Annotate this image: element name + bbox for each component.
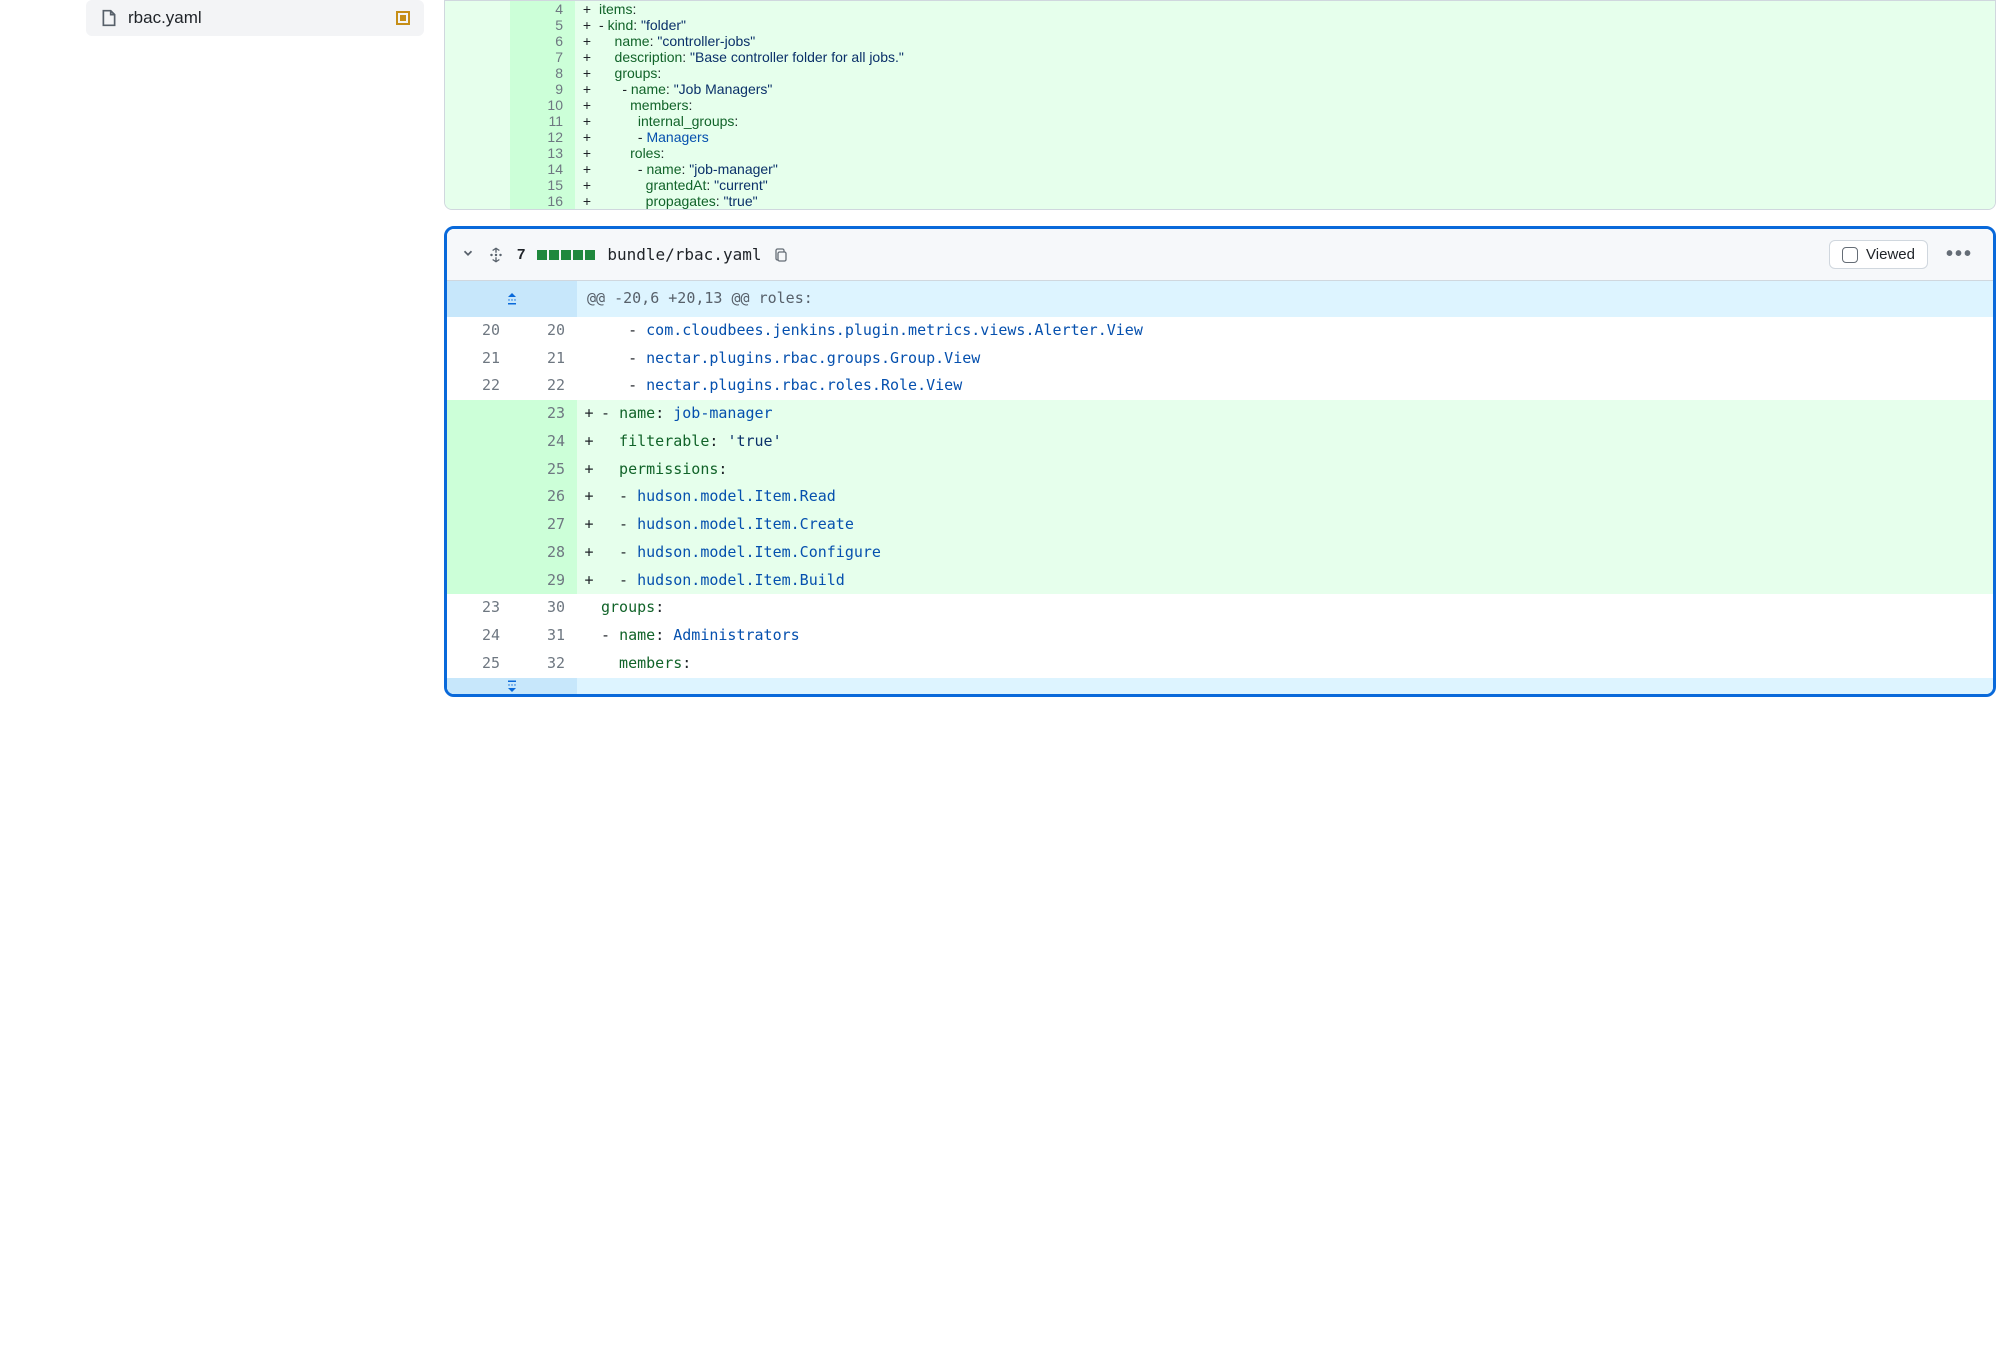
code-line[interactable]: 10+ members:	[445, 97, 1995, 113]
code-line[interactable]: 9+ - name: "Job Managers"	[445, 81, 1995, 97]
modified-indicator-icon	[396, 11, 410, 25]
diff-block-items-yaml: 4+items:5+- kind: "folder"6+ name: "cont…	[444, 0, 1996, 210]
file-tree-item-rbac[interactable]: rbac.yaml	[86, 0, 424, 36]
diff-body: @@ -20,6 +20,13 @@ roles: 2020 - com.clo…	[447, 281, 1993, 694]
expand-up-icon[interactable]	[447, 281, 577, 317]
code-line[interactable]: 8+ groups:	[445, 65, 1995, 81]
expand-down-icon[interactable]	[447, 678, 577, 694]
file-tree-item-label: rbac.yaml	[128, 8, 386, 28]
code-line[interactable]: 5+- kind: "folder"	[445, 17, 1995, 33]
copy-path-button[interactable]	[773, 247, 789, 263]
viewed-label: Viewed	[1866, 246, 1915, 263]
code-line[interactable]: 2121 - nectar.plugins.rbac.groups.Group.…	[447, 345, 1993, 373]
diff-line-count: 7	[517, 246, 525, 263]
code-line[interactable]: 2431 - name: Administrators	[447, 622, 1993, 650]
diff-main: 4+items:5+- kind: "folder"6+ name: "cont…	[444, 0, 2016, 715]
hunk-info: @@ -20,6 +20,13 @@ roles:	[577, 281, 823, 317]
code-line[interactable]: 14+ - name: "job-manager"	[445, 161, 1995, 177]
hunk-header-row[interactable]: @@ -20,6 +20,13 @@ roles:	[447, 281, 1993, 317]
diff-stat-squares	[537, 250, 595, 260]
expand-diff-icon[interactable]	[487, 246, 505, 264]
collapse-toggle-icon[interactable]	[461, 246, 475, 263]
code-line[interactable]: 26+ - hudson.model.Item.Read	[447, 483, 1993, 511]
file-icon	[100, 9, 118, 27]
checkbox-icon	[1842, 247, 1858, 263]
code-line[interactable]: 2330 groups:	[447, 594, 1993, 622]
code-line[interactable]: 2222 - nectar.plugins.rbac.roles.Role.Vi…	[447, 372, 1993, 400]
code-line[interactable]: 2020 - com.cloudbees.jenkins.plugin.metr…	[447, 317, 1993, 345]
diff-more-menu[interactable]: •••	[1940, 239, 1979, 270]
code-line[interactable]: 28+ - hudson.model.Item.Configure	[447, 539, 1993, 567]
viewed-checkbox[interactable]: Viewed	[1829, 240, 1928, 269]
file-tree-sidebar: rbac.yaml	[0, 0, 424, 715]
diff-file-path[interactable]: bundle/rbac.yaml	[607, 245, 761, 264]
code-line[interactable]: 24+ filterable: 'true'	[447, 428, 1993, 456]
code-line[interactable]: 12+ - Managers	[445, 129, 1995, 145]
code-line[interactable]: 15+ grantedAt: "current"	[445, 177, 1995, 193]
code-line[interactable]: 11+ internal_groups:	[445, 113, 1995, 129]
code-line[interactable]: 6+ name: "controller-jobs"	[445, 33, 1995, 49]
code-line[interactable]: 29+ - hudson.model.Item.Build	[447, 567, 1993, 595]
code-line[interactable]: 7+ description: "Base controller folder …	[445, 49, 1995, 65]
code-line[interactable]: 27+ - hudson.model.Item.Create	[447, 511, 1993, 539]
diff-block-rbac-yaml: 7 bundle/rbac.yaml Viewed •••	[444, 226, 1996, 697]
code-line[interactable]: 16+ propagates: "true"	[445, 193, 1995, 209]
code-line[interactable]: 13+ roles:	[445, 145, 1995, 161]
code-line[interactable]: 23+- name: job-manager	[447, 400, 1993, 428]
code-line[interactable]: 25+ permissions:	[447, 456, 1993, 484]
diff-header: 7 bundle/rbac.yaml Viewed •••	[447, 229, 1993, 281]
code-line[interactable]: 4+items:	[445, 1, 1995, 17]
hunk-footer-row[interactable]	[447, 678, 1993, 694]
code-line[interactable]: 2532 members:	[447, 650, 1993, 678]
